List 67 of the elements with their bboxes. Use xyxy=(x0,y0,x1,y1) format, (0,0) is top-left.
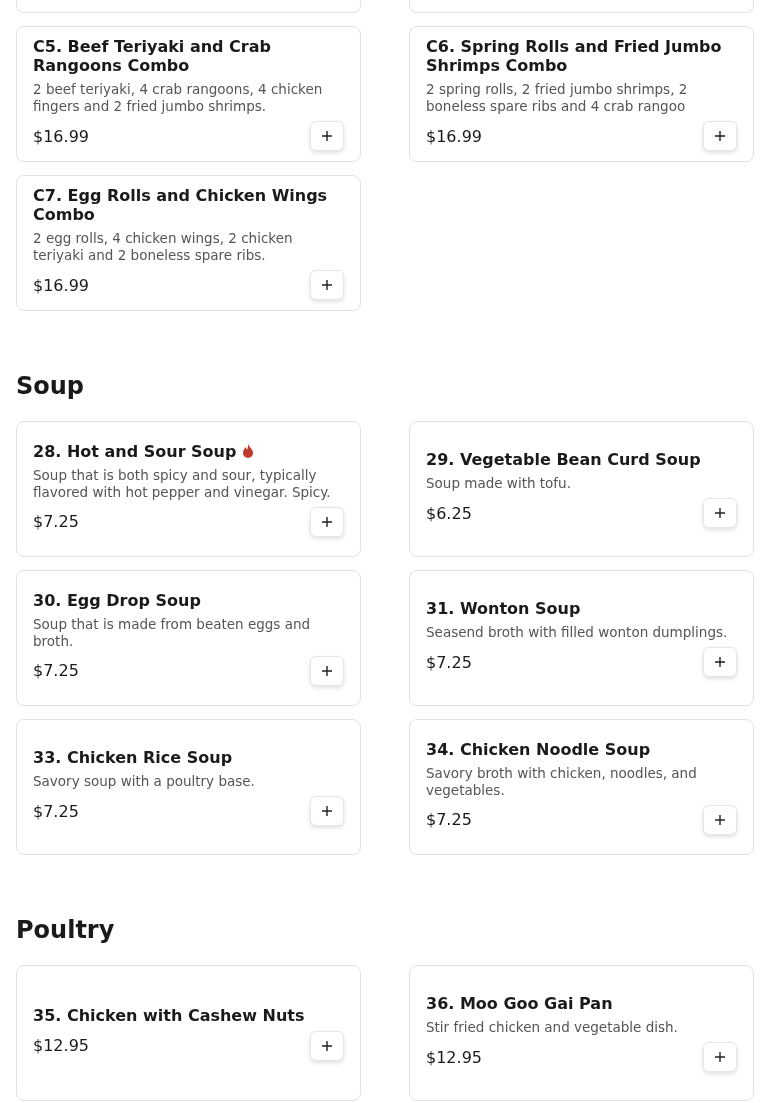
add-button[interactable] xyxy=(310,1030,344,1061)
item-name: C7. Egg Rolls and Chicken Wings Combo xyxy=(33,186,329,224)
item-description: Seasend broth with filled wonton dumplings. xyxy=(426,624,729,641)
menu-item-card[interactable]: C7. Egg Rolls and Chicken Wings Combo 2 egg rolls, 4 chicken wings, 2 chicken teriyaki and 2 boneless spare ribs. $16.99 xyxy=(16,175,361,311)
plus-icon xyxy=(714,656,726,668)
menu-item-card[interactable]: 33. Chicken Rice Soup Savory soup with a poultry base. $7.25 xyxy=(16,719,361,855)
item-name: C5. Beef Teriyaki and Crab Rangoons Combo xyxy=(33,37,272,75)
add-button[interactable] xyxy=(703,1042,737,1072)
item-name: 35. Chicken with Cashew Nuts xyxy=(33,1005,305,1025)
plus-icon xyxy=(321,1039,333,1052)
item-name: C6. Spring Rolls and Fried Jumbo Shrimps Combo xyxy=(426,37,723,75)
plus-icon xyxy=(321,130,333,142)
plus-icon xyxy=(321,805,333,817)
item-name: 36. Moo Goo Gai Pan xyxy=(426,994,613,1013)
plus-icon xyxy=(321,279,333,291)
plus-icon xyxy=(321,515,333,528)
item-name: 31. Wonton Soup xyxy=(426,599,581,618)
item-name: 30. Egg Drop Soup xyxy=(33,590,201,610)
item-price: $7.25 xyxy=(426,810,472,829)
item-price: $6.25 xyxy=(426,503,472,523)
add-button[interactable] xyxy=(310,506,344,537)
menu-item-card[interactable]: 35. Chicken with Cashew Nuts $12.95 xyxy=(16,965,361,1101)
item-description: 2 beef teriyaki, 4 crab rangoons, 4 chicken fingers and 2 fried jumbo shrimps. xyxy=(33,81,324,115)
add-button[interactable] xyxy=(310,121,344,151)
menu-item-card[interactable]: 34. Chicken Noodle Soup Savory broth with chicken, noodles, and vegetables. $7.25 xyxy=(409,719,754,855)
menu-item-card[interactable]: 29. Vegetable Bean Curd Soup Soup made with tofu. $6.25 xyxy=(409,421,754,557)
menu-item-card[interactable]: 28. Hot and Sour Soup Soup that is both spicy and sour, typically flavored with hot pepper and vinegar. Spicy. $7.25 xyxy=(16,421,361,557)
item-name: 29. Vegetable Bean Curd Soup xyxy=(426,450,701,469)
item-price: $7.25 xyxy=(426,652,472,672)
item-price: $7.25 xyxy=(33,661,79,680)
plus-icon xyxy=(714,130,726,142)
add-button[interactable] xyxy=(310,655,344,686)
menu-item-card[interactable]: 36. Moo Goo Gai Pan Stir fried chicken and vegetable dish. $12.95 xyxy=(409,965,754,1101)
item-description: 2 egg rolls, 4 chicken wings, 2 chicken teriyaki and 2 boneless spare ribs. xyxy=(33,230,294,264)
menu-item-card[interactable]: C6. Spring Rolls and Fried Jumbo Shrimps Combo 2 spring rolls, 2 fried jumbo shrimps, 2 boneless spare ribs and 4 crab rangoo $16.99 xyxy=(409,26,754,162)
plus-icon xyxy=(321,664,333,677)
add-button[interactable] xyxy=(703,121,737,151)
item-name: 34. Chicken Noodle Soup xyxy=(426,739,651,759)
section-heading: Soup xyxy=(16,371,86,401)
item-name: 28. Hot and Sour Soup xyxy=(33,441,237,461)
menu-item-card[interactable]: 30. Egg Drop Soup Soup that is made from beaten eggs and broth. $7.25 xyxy=(16,570,361,706)
item-description: 2 spring rolls, 2 fried jumbo shrimps, 2 boneless spare ribs and 4 crab rangoo xyxy=(426,81,689,115)
item-description: Soup that is made from beaten eggs and broth. xyxy=(33,615,312,650)
item-price: $12.95 xyxy=(426,1047,482,1067)
item-description: Soup made with tofu. xyxy=(426,475,572,492)
add-button[interactable] xyxy=(703,498,737,528)
item-description: Stir fried chicken and vegetable dish. xyxy=(426,1019,679,1036)
section-heading: Poultry xyxy=(16,915,116,945)
item-price: $16.99 xyxy=(33,126,89,146)
add-button[interactable] xyxy=(703,804,737,835)
plus-icon xyxy=(714,507,726,519)
item-name: 33. Chicken Rice Soup xyxy=(33,748,233,767)
add-button[interactable] xyxy=(703,647,737,677)
plus-icon xyxy=(714,813,726,826)
item-price: $12.95 xyxy=(33,1036,89,1055)
item-price: $7.25 xyxy=(33,512,79,531)
menu-item-card[interactable]: 31. Wonton Soup Seasend broth with filled wonton dumplings. $7.25 xyxy=(409,570,754,706)
item-description: Soup that is both spicy and sour, typically flavored with hot pepper and vinegar. Spicy. xyxy=(33,466,332,501)
menu-item-card[interactable]: C5. Beef Teriyaki and Crab Rangoons Combo 2 beef teriyaki, 4 crab rangoons, 4 chicken fingers and 2 fried jumbo shrimps. $16.99 xyxy=(16,26,361,162)
item-price: $16.99 xyxy=(33,275,89,295)
add-button[interactable] xyxy=(310,270,344,300)
plus-icon xyxy=(714,1051,726,1063)
add-button[interactable] xyxy=(310,796,344,826)
item-price: $16.99 xyxy=(426,126,482,146)
item-price: $7.25 xyxy=(33,801,79,821)
item-description: Savory soup with a poultry base. xyxy=(33,773,256,790)
item-description: Savory broth with chicken, noodles, and vegetables. xyxy=(426,764,698,799)
